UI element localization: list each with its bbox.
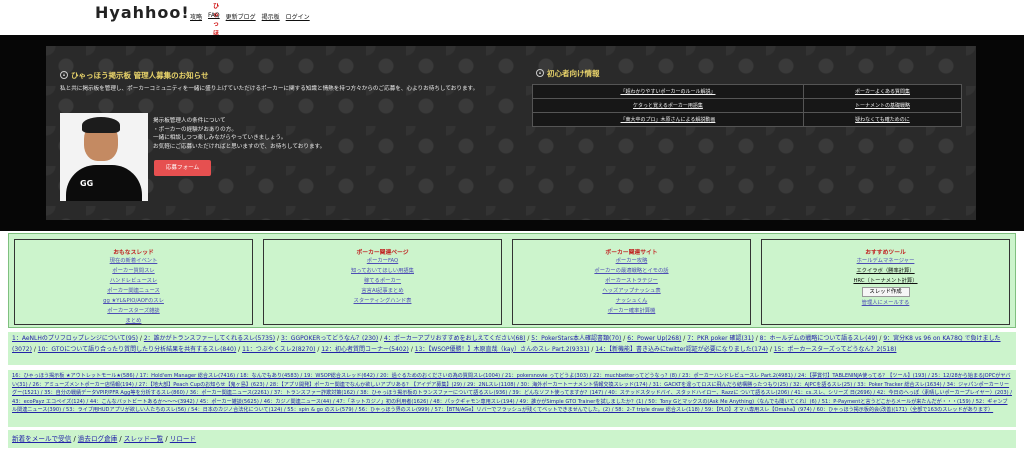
reload-link[interactable]: リロード [170,435,196,443]
box-title: ポーカー関連ページ [356,250,409,256]
thread-list-more: 16：ひゃっほう揭示板 ★アウトレットモール★(586) / 17：Hold'e… [8,370,1016,427]
box-poker-sites: ポーカー関連サイト ポーカー攻略 ポーカーの最適戦略とイモの話 ポーカーストラテ… [512,239,751,325]
nav-blog[interactable]: 更新ブログ [226,12,256,21]
site-logo[interactable]: Hyahhoo!ひゃっほう [95,3,219,46]
box-link[interactable]: ポーカーストラテジー [513,276,750,286]
box-link[interactable]: ポーカー攻略 [513,256,750,266]
recruit-title: ひゃっほう掲示板 管理人募集のお知らせ [60,70,208,81]
beginner-link[interactable]: ポーカーよくある質問集 [802,84,963,99]
up-arrow-icon [536,69,544,77]
main-nav: 攻略 FAQ 更新ブログ 掲示板 ログイン [190,12,310,21]
thread-link[interactable]: 8：ホールデムの戦略について語るスレ(49) [760,335,878,342]
box-link[interactable]: ポーカー確率計算機 [513,306,750,316]
recruit-conditions: 掲示板管理人の条件について ・ポーカーの経験がおありの方。 一緒に相談しつつ楽し… [153,117,463,151]
beginner-link[interactable]: 「東大卒のプロ」木原さんによる解説動画 [532,112,804,127]
create-thread-button[interactable]: スレッド作成 [861,287,910,297]
nav-board[interactable]: 掲示板 [262,12,280,21]
top-bar: Hyahhoo!ひゃっほう 攻略 FAQ 更新ブログ 掲示板 ログイン [0,0,1024,46]
thread-link[interactable]: 3：GGPOKERってどうなん？(230) [281,335,378,342]
archive-link[interactable]: 過去ログ倉庫 [78,435,118,443]
box-link[interactable]: エクイラボ（勝率計算） [762,266,1009,276]
mail-subscribe-link[interactable]: 新着をメールで受信 [12,435,71,443]
recruit-intro: 私と共に掲示板を管理し、ポーカーコミュニティを一緒に盛り上げていただけるポーカー… [60,86,479,92]
box-link[interactable]: ポーカー関連ニュース [15,286,252,296]
box-link[interactable]: ナッシュくん [513,296,750,306]
admin-photo: GG [60,113,148,201]
thread-link[interactable]: 12：初心者質問コーナー(5402) [321,346,409,353]
thread-link[interactable]: 2：誰かがトランスファーしてくれるスレ(5735) [144,335,275,342]
thread-link[interactable]: 13：【WSOP優勝！】木原直哉（kay）さんのスレ Part.2(9331) [415,346,590,353]
box-link[interactable]: スターティングハンド表 [264,296,501,306]
recruit-line: 掲示板管理人の条件について [153,118,226,124]
beginner-link[interactable]: ケタっと覚えるポーカー用語集 [532,98,804,113]
thread-link[interactable]: 7：PKR poker 確認(31) [687,335,754,342]
logo-text: Hyahhoo! [95,3,190,22]
thread-list-top: 1：AeNLHのプリフロップレンジについて(95) / 2：誰かがトランスファー… [8,332,1016,365]
thread-link[interactable]: 5：PokerStars本人確認書類(70) [531,335,621,342]
box-link[interactable]: ポーカーの最適戦略とイモの話 [513,266,750,276]
thread-link[interactable]: 15：ポーカースターズってどうなん？2(518) [774,346,897,353]
box-link[interactable]: 現在の新着イベント [15,256,252,266]
box-link[interactable]: gg ★YL&PIO/AOFのスレ [15,296,252,306]
thread-link[interactable]: 1：AeNLHのプリフロップレンジについて(95) [12,335,138,342]
box-title: おすすめツール [865,250,906,256]
box-title: ポーカー関連サイト [605,250,658,256]
recruit-line: お気軽にご応募いただければと思いますので、お待ちしております。 [153,143,326,150]
photo-hair [82,117,120,133]
footer-links: 新着をメールで受信 / 過去ログ倉庫 / スレッド一覧 / リロード [8,430,1016,448]
thread-link[interactable]: 6：Power Up(268) [627,335,681,342]
beginner-title: 初心者向け情報 [536,68,600,79]
thread-link[interactable]: 10：GTOについて語り合ったり質問したり分析結果を共有するスレ(840) [38,346,236,353]
apply-form-button[interactable]: 応募フォーム [154,160,211,176]
box-link[interactable]: 言言AI記事まとめ [264,286,501,296]
recruit-title-text: ひゃっほう掲示板 管理人募集のお知らせ [71,71,209,80]
box-link[interactable]: 知っておいてほしい用語集 [264,266,501,276]
nav-guide[interactable]: 攻略 [190,12,202,21]
box-link[interactable]: ポーカーFAQ [264,256,501,266]
box-link[interactable]: ホールデムマネージャー [762,256,1009,266]
box-main-threads: おもなスレッド 現在の新着イベント ポーカー質問スレ ハンドレビュースレ ポーカ… [14,239,253,325]
more-thread-links[interactable]: 16：ひゃっほう揭示板 ★アウトレットモール★(586) / 17：Hold'e… [12,373,1012,413]
thread-link[interactable]: 4：ポーカーアプリおすすめをおしえてください(68) [384,335,525,342]
box-link[interactable]: ハンドレビュースレ [15,276,252,286]
recruit-line: 一緒に相談しつつ楽しみながらやっていきましょう。 [153,135,287,142]
up-arrow-icon [60,71,68,79]
nav-login[interactable]: ログイン [286,12,310,21]
box-link[interactable]: ヘッズアップナッシュ表 [513,286,750,296]
photo-shirt [66,165,142,201]
recruit-line: ・ポーカーの経験がおありの方。 [153,126,237,133]
beginner-link[interactable]: 「超わかりやすいポーカーのルール解説」 [532,84,804,99]
box-link[interactable]: ポーカースターズ雑談 [15,306,252,316]
gg-logo-icon: GG [80,179,94,188]
beginner-link[interactable]: 疑わなくても確ためのに [802,112,963,127]
link-boxes: おもなスレッド 現在の新着イベント ポーカー質問スレ ハンドレビュースレ ポーカ… [8,233,1016,328]
beginner-links-table: 「超わかりやすいポーカーのルール解説」 ポーカーよくある質問集 ケタっと覚えるポー… [532,84,963,127]
thread-index-link[interactable]: スレッド一覧 [124,435,164,443]
box-link[interactable]: 稼てるポーカー [264,276,501,286]
box-poker-pages: ポーカー関連ページ ポーカーFAQ 知っておいてほしい用語集 稼てるポーカー 言… [263,239,502,325]
box-link[interactable]: HRC（トーナメント計算） [762,276,1009,286]
beginner-title-text: 初心者向け情報 [547,69,600,78]
mail-admin-link[interactable]: 管理人にメールする [762,298,1009,308]
box-recommended-tools: おすすめツール ホールデムマネージャー エクイラボ（勝率計算） HRC（トーナメ… [761,239,1010,325]
nav-faq[interactable]: FAQ [208,12,220,21]
thread-link[interactable]: 11：つぶやくスレ2(8270) [242,346,315,353]
box-title: おもなスレッド [113,250,154,256]
box-link[interactable]: ポーカー質問スレ [15,266,252,276]
beginner-link[interactable]: トーナメントの基礎戦略 [802,98,963,113]
box-link[interactable]: まとめ [15,316,252,326]
thread-link[interactable]: 14：【新機能】書き込みにtwitter認証が必要になりました(174) [595,346,768,353]
